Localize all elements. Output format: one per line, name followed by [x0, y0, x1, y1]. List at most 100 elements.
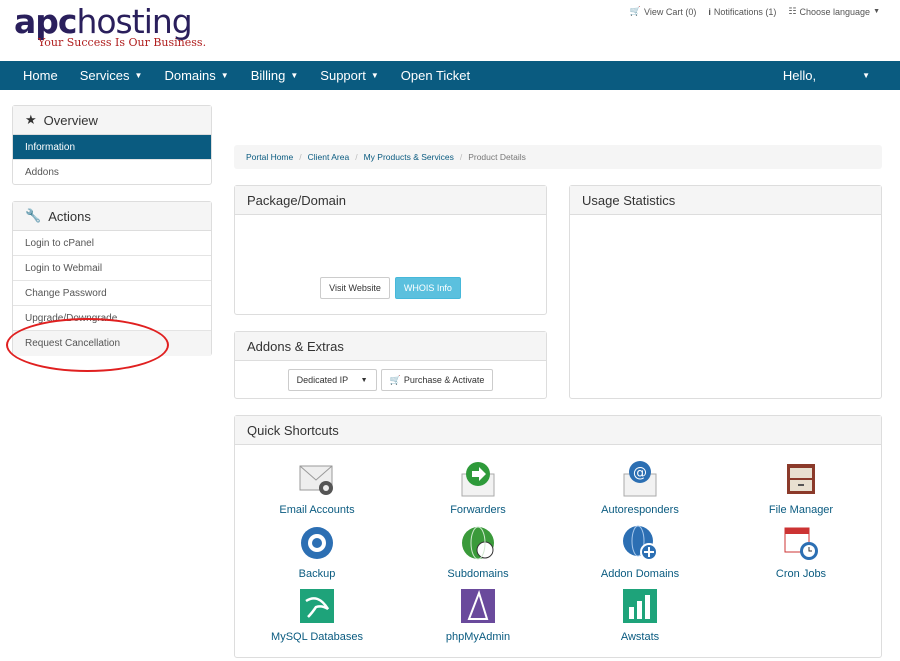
breadcrumb-client-area[interactable]: Client Area [308, 152, 350, 162]
overview-title: Overview [43, 112, 98, 128]
breadcrumb-portal-home[interactable]: Portal Home [246, 152, 293, 162]
account-menu[interactable]: Hello, ▼ [783, 61, 870, 90]
hello-label: Hello, [782, 68, 817, 83]
language-icon: ☷ [788, 6, 797, 16]
shortcut-label: Awstats [620, 631, 660, 643]
overview-header: ★ Overview [13, 106, 211, 135]
shortcut-email-accounts[interactable]: Email Accounts [252, 460, 382, 516]
breadcrumb-separator: / [299, 152, 302, 162]
purchase-activate-button[interactable]: 🛒 Purchase & Activate [380, 369, 494, 391]
shortcut-cron-jobs[interactable]: Cron Jobs [736, 524, 866, 580]
overview-panel: ★ Overview Information Addons [12, 105, 212, 185]
nav-open-ticket[interactable]: Open Ticket [390, 61, 481, 90]
addons-extras-panel: Addons & Extras Dedicated IP ▼ 🛒 Purchas… [234, 331, 547, 399]
nav-services-label: Services [79, 68, 130, 83]
caret-down-icon: ▼ [290, 71, 299, 80]
shortcut-label: Cron Jobs [775, 568, 827, 580]
shortcut-mysql-databases[interactable]: MySQL Databases [252, 587, 382, 643]
shortcut-autoresponders[interactable]: @ Autoresponders [575, 460, 705, 516]
sidebar-item-information[interactable]: Information [13, 135, 211, 160]
info-icon: i [708, 6, 711, 17]
sidebar-item-login-webmail[interactable]: Login to Webmail [13, 256, 211, 281]
addon-domains-icon [623, 525, 658, 561]
forwarders-icon [461, 462, 495, 497]
main-navbar: Home Services ▼ Domains ▼ Billing ▼ Support… [0, 61, 900, 90]
shortcut-label: Subdomains [447, 568, 509, 580]
package-domain-panel: Package/Domain Visit Website WHOIS Info [234, 185, 547, 315]
sidebar-item-change-password[interactable]: Change Password [13, 281, 211, 306]
caret-down-icon: ▼ [873, 8, 880, 15]
nav-support-label: Support [320, 68, 366, 83]
caret-down-icon: ▼ [360, 376, 368, 384]
breadcrumb: Portal Home / Client Area / My Products & … [234, 145, 882, 169]
view-cart-link[interactable]: 🛒 View Cart (0) [630, 6, 697, 17]
nav-domains[interactable]: Domains ▼ [153, 61, 239, 90]
breadcrumb-current: Product Details [468, 152, 526, 162]
logo-tagline: Your Success Is Our Business. [38, 36, 207, 49]
mysql-databases-icon [300, 589, 334, 623]
breadcrumb-my-products[interactable]: My Products & Services [364, 152, 454, 162]
actions-panel: 🔧 Actions Login to cPanel Login to Webma… [12, 201, 212, 356]
breadcrumb-separator: / [355, 152, 358, 162]
notifications-link[interactable]: i Notifications (1) [708, 6, 776, 17]
quick-shortcuts-header: Quick Shortcuts [235, 416, 881, 445]
shortcut-backup[interactable]: Backup [252, 524, 382, 580]
caret-down-icon: ▼ [134, 71, 143, 80]
shortcut-label: File Manager [768, 504, 834, 516]
autoresponders-icon: @ [623, 461, 657, 497]
nav-billing-label: Billing [250, 68, 286, 83]
star-icon: ★ [25, 112, 37, 127]
view-cart-label: View Cart (0) [644, 6, 697, 17]
purchase-activate-label: Purchase & Activate [403, 375, 485, 385]
quick-shortcuts-panel: Quick Shortcuts Email Accounts Forwarder… [234, 415, 882, 658]
svg-text:@: @ [633, 465, 647, 481]
addon-select-value: Dedicated IP [296, 375, 349, 385]
nav-open-ticket-label: Open Ticket [400, 68, 471, 83]
visit-website-button[interactable]: Visit Website [320, 277, 390, 299]
shortcut-label: phpMyAdmin [445, 631, 511, 643]
sidebar-item-addons[interactable]: Addons [13, 160, 211, 185]
nav-services[interactable]: Services ▼ [69, 61, 154, 90]
nav-home[interactable]: Home [0, 61, 69, 90]
shortcut-subdomains[interactable]: Subdomains [413, 524, 543, 580]
wrench-icon: 🔧 [25, 208, 42, 223]
breadcrumb-separator: / [459, 152, 463, 162]
language-selector[interactable]: ☷ Choose language ▼ [788, 6, 880, 17]
shortcut-forwarders[interactable]: Forwarders [413, 460, 543, 516]
shortcut-label: Forwarders [450, 504, 506, 516]
language-label: Choose language [799, 6, 871, 17]
shortcut-addon-domains[interactable]: Addon Domains [575, 524, 705, 580]
whois-info-button[interactable]: WHOIS Info [394, 277, 461, 299]
addons-extras-header: Addons & Extras [235, 332, 546, 361]
shortcut-phpmyadmin[interactable]: phpMyAdmin [413, 587, 543, 643]
file-manager-icon [787, 464, 815, 494]
sidebar-item-login-cpanel[interactable]: Login to cPanel [13, 231, 211, 256]
actions-header: 🔧 Actions [13, 202, 211, 231]
caret-down-icon: ▼ [220, 71, 229, 80]
shortcut-file-manager[interactable]: File Manager [736, 460, 866, 516]
shortcut-awstats[interactable]: Awstats [575, 587, 705, 643]
addon-select[interactable]: Dedicated IP ▼ [287, 369, 377, 391]
notifications-label: Notifications (1) [713, 6, 777, 17]
package-domain-header: Package/Domain [235, 186, 546, 215]
awstats-icon [623, 589, 657, 623]
logo[interactable]: apchosting Your Success Is Our Business. [14, 4, 214, 52]
caret-down-icon: ▼ [862, 71, 870, 80]
subdomains-icon [462, 526, 494, 560]
shortcut-label: Addon Domains [600, 568, 680, 580]
phpmyadmin-icon [461, 589, 495, 623]
cart-icon: 🛒 [629, 6, 642, 16]
nav-billing[interactable]: Billing ▼ [240, 61, 310, 90]
usage-statistics-header: Usage Statistics [570, 186, 881, 215]
cron-jobs-icon [784, 527, 818, 560]
nav-support[interactable]: Support ▼ [309, 61, 389, 90]
caret-down-icon: ▼ [370, 71, 379, 80]
logo-brand: apchosting [14, 4, 214, 40]
shortcut-label: MySQL Databases [271, 631, 363, 643]
shortcut-label: Autoresponders [601, 504, 679, 516]
sidebar-item-request-cancellation[interactable]: Request Cancellation [13, 331, 211, 356]
backup-icon [301, 527, 333, 559]
actions-title: Actions [48, 208, 91, 224]
top-links: 🛒 View Cart (0) i Notifications (1) ☷ Choos… [630, 6, 880, 17]
sidebar-item-upgrade-downgrade[interactable]: Upgrade/Downgrade [13, 306, 211, 331]
